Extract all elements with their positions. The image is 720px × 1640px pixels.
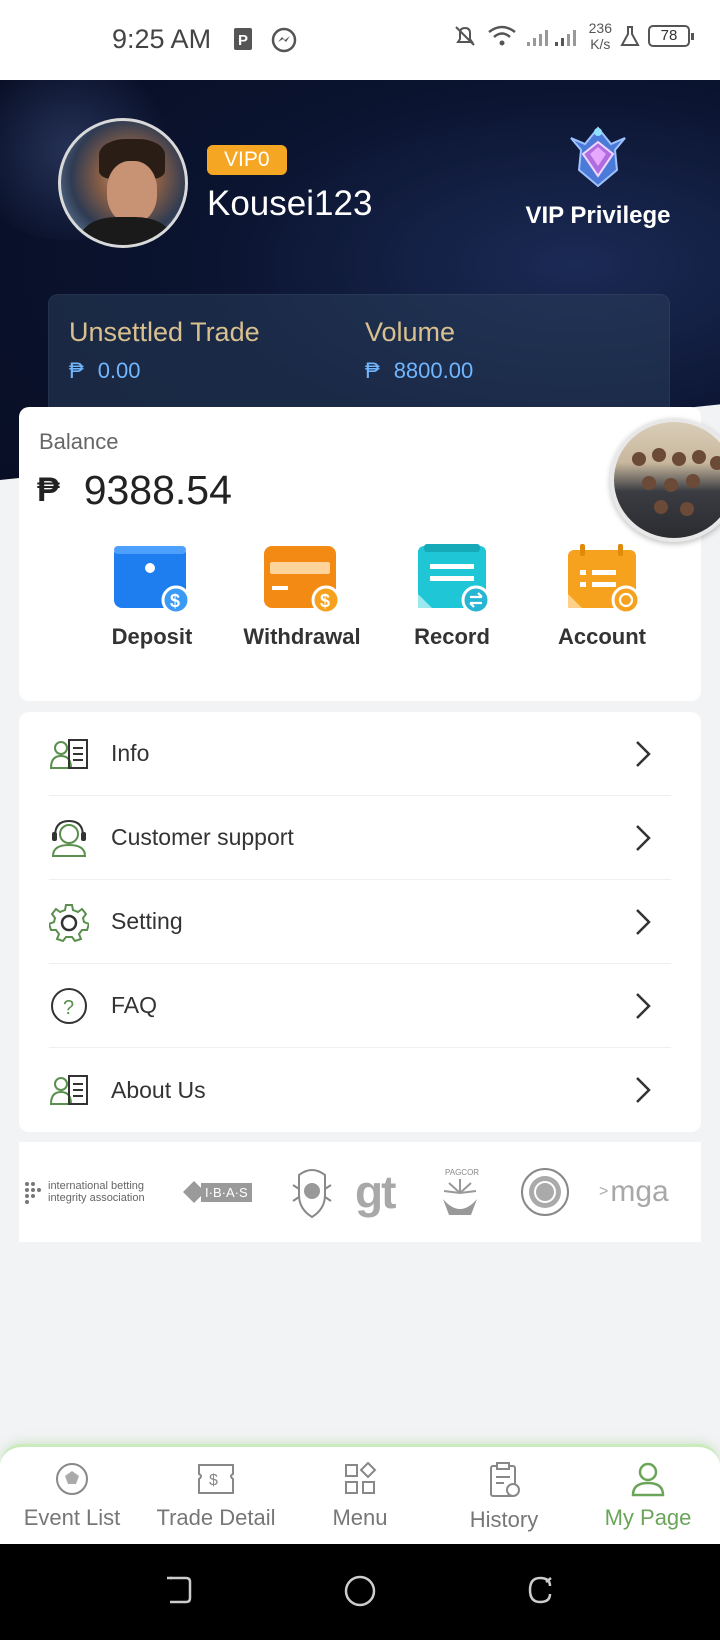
svg-text:PAGCOR: PAGCOR — [445, 1168, 479, 1177]
status-bar: 9:25 AM P 236 K/s 78 — [0, 0, 720, 80]
user-icon — [631, 1462, 665, 1497]
balance-card: Balance ₱ 9388.54 $ Deposit $ Withdrawal — [19, 407, 701, 701]
unsettled-trade-value: ₱ 0.00 — [69, 358, 141, 383]
home-icon[interactable] — [342, 1574, 378, 1608]
info-card-icon — [49, 738, 88, 769]
nav-my-page[interactable]: My Page — [576, 1461, 720, 1531]
vip-privilege-button[interactable]: VIP Privilege — [508, 120, 688, 230]
record-icon — [418, 544, 491, 614]
vip-level-badge: VIP0 — [207, 145, 287, 175]
volume-label: Volume — [365, 317, 456, 347]
username: Kousei123 — [207, 184, 373, 223]
chevron-right-icon — [636, 824, 651, 851]
history-icon — [490, 1462, 520, 1497]
settings-menu: Info Customer support Setting ? FAQ Abou… — [19, 712, 701, 1132]
parking-icon: P — [234, 28, 252, 50]
menu-label-faq: FAQ — [111, 992, 158, 1018]
chevron-right-icon — [636, 992, 651, 1019]
unsettled-trade-label: Unsettled Trade — [69, 317, 260, 347]
nav-event-list[interactable]: Event List — [0, 1461, 144, 1531]
ticket-icon: $ — [198, 1464, 234, 1494]
nav-label: Trade Detail — [156, 1505, 276, 1530]
svg-text:$: $ — [320, 591, 330, 611]
recent-apps-icon[interactable] — [524, 1574, 556, 1606]
wifi-icon — [487, 25, 516, 46]
avatar[interactable] — [58, 118, 188, 248]
bottom-navigation: Event List $ Trade Detail Menu History M… — [0, 1444, 720, 1544]
balance-amount: 9388.54 — [83, 467, 232, 513]
vip-privilege-label: VIP Privilege — [525, 202, 671, 229]
balance-label: Balance — [39, 429, 119, 454]
account-label: Account — [558, 624, 646, 649]
menu-label-customer-support: Customer support — [111, 824, 294, 850]
menu-item-about-us[interactable]: About Us — [49, 1048, 671, 1132]
gt-logo: gt — [355, 1166, 396, 1218]
about-card-icon — [49, 1075, 88, 1105]
battery-icon: 78 — [648, 25, 694, 47]
balance-value: ₱ 9388.54 — [37, 467, 232, 514]
trade-summary-panel: Unsettled Trade ₱ 0.00 Volume ₱ 8800.00 — [48, 294, 670, 424]
ball-icon — [56, 1463, 88, 1495]
nav-trade-detail[interactable]: $ Trade Detail — [144, 1461, 288, 1531]
currency-symbol: ₱ — [365, 358, 380, 383]
flask-icon — [620, 26, 640, 46]
nav-menu[interactable]: Menu — [288, 1461, 432, 1531]
record-button[interactable]: Record — [377, 542, 527, 650]
withdrawal-button[interactable]: $ Withdrawal — [227, 542, 377, 650]
seal-logo — [519, 1142, 571, 1242]
ibas-logo: I·B·A·S — [181, 1142, 252, 1242]
mga-logo: > mga — [599, 1175, 669, 1208]
diamond-crest-icon — [570, 126, 626, 188]
question-icon: ? — [51, 987, 87, 1024]
gambling-commission-crest — [289, 1142, 335, 1242]
account-icon — [568, 544, 641, 614]
nav-label: My Page — [604, 1505, 692, 1530]
nav-label: Menu — [332, 1505, 388, 1530]
svg-text:$: $ — [170, 591, 180, 611]
withdrawal-label: Withdrawal — [243, 624, 361, 649]
svg-text:P: P — [238, 32, 248, 49]
system-navigation-bar — [0, 1544, 720, 1640]
menu-label-info: Info — [111, 740, 150, 766]
gear-icon — [49, 903, 89, 942]
chevron-right-icon — [636, 1077, 651, 1103]
nav-history[interactable]: History — [432, 1461, 576, 1533]
currency-symbol: ₱ — [69, 358, 84, 383]
status-time: 9:25 AM — [112, 24, 212, 54]
headset-icon — [51, 819, 87, 857]
svg-text:$: $ — [209, 1472, 218, 1489]
pagcor-logo: PAGCOR — [435, 1142, 485, 1242]
nav-label: History — [469, 1507, 539, 1532]
record-label: Record — [414, 624, 490, 649]
nav-label: Event List — [23, 1505, 121, 1530]
partner-logos-strip: international betting integrity associat… — [19, 1142, 701, 1242]
card-icon: $ — [264, 546, 341, 614]
signal-icon — [526, 30, 576, 46]
account-button[interactable]: Account — [527, 542, 677, 650]
menu-label-setting: Setting — [111, 908, 183, 934]
ibia-dots-icon — [25, 1182, 41, 1204]
menu-item-customer-support[interactable]: Customer support — [49, 796, 671, 880]
network-speed: 236 K/s — [588, 20, 612, 52]
wallet-icon: $ — [114, 546, 191, 614]
menu-label-about-us: About Us — [111, 1076, 206, 1103]
menu-grid-icon — [345, 1461, 377, 1494]
svg-text:?: ? — [63, 997, 74, 1019]
pagcor-icon: PAGCOR — [443, 1168, 479, 1215]
menu-item-info[interactable]: Info — [49, 712, 671, 796]
ibia-logo: international betting integrity associat… — [23, 1142, 145, 1242]
currency-symbol: ₱ — [37, 471, 60, 509]
menu-item-setting[interactable]: Setting — [49, 880, 671, 964]
volume-value: ₱ 8800.00 — [365, 358, 474, 383]
menu-item-faq[interactable]: ? FAQ — [49, 964, 671, 1048]
back-icon[interactable] — [164, 1574, 194, 1606]
chevron-right-icon — [636, 740, 651, 767]
chevron-right-icon — [636, 908, 651, 935]
crest-icon — [292, 1169, 332, 1219]
seal-icon — [521, 1168, 569, 1216]
deposit-button[interactable]: $ Deposit — [77, 542, 227, 650]
messenger-icon — [271, 27, 297, 53]
mute-bell-icon — [454, 26, 475, 46]
deposit-label: Deposit — [111, 624, 193, 649]
